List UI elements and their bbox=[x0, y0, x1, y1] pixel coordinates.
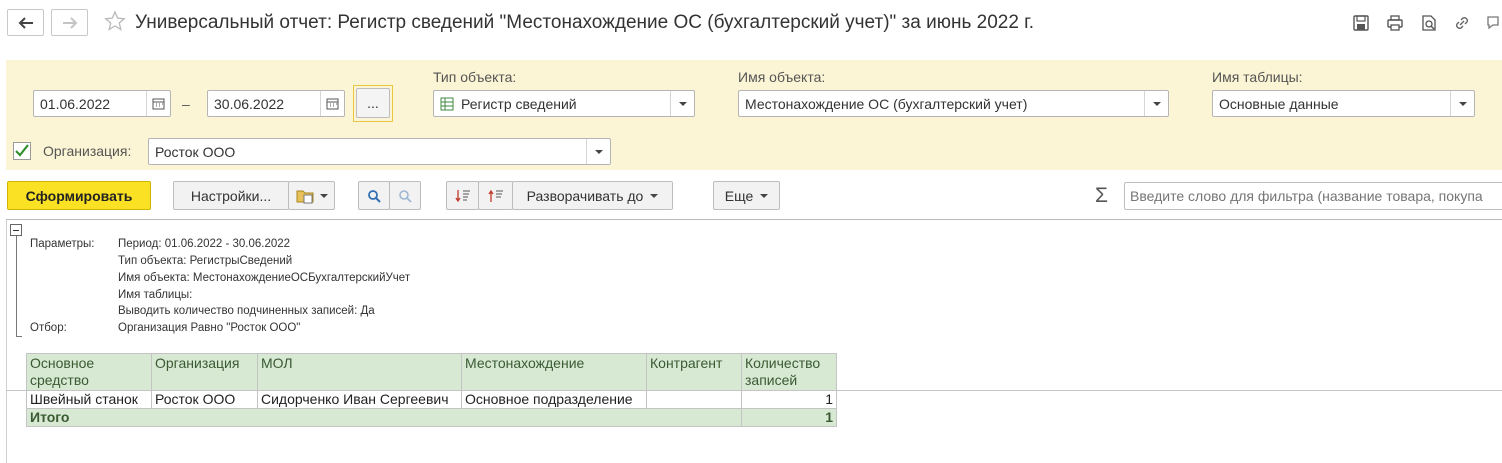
variants-button[interactable] bbox=[288, 181, 335, 210]
cancel-search-button[interactable] bbox=[389, 181, 421, 210]
param-object-type: Тип объекта: РегистрыСведений bbox=[118, 255, 293, 267]
column-header[interactable]: МОЛ bbox=[257, 353, 462, 391]
more-button[interactable]: Еще bbox=[713, 181, 780, 210]
search-icon bbox=[368, 189, 381, 203]
column-header[interactable]: Организация bbox=[151, 353, 258, 391]
filter-search-input[interactable] bbox=[1124, 182, 1502, 210]
save-icon[interactable] bbox=[1352, 14, 1370, 32]
column-header[interactable]: Количество записей bbox=[741, 353, 837, 391]
table-cell[interactable]: 1 bbox=[741, 390, 837, 409]
param-table-name: Имя таблицы: bbox=[118, 289, 193, 301]
chevron-down-icon[interactable] bbox=[670, 91, 694, 116]
chevron-down-icon[interactable] bbox=[1450, 91, 1474, 116]
sort-asc-button[interactable] bbox=[446, 181, 479, 210]
date-dash: – bbox=[182, 96, 190, 112]
calendar-icon[interactable] bbox=[320, 91, 344, 116]
chevron-down-icon[interactable] bbox=[1144, 91, 1168, 116]
print-icon[interactable] bbox=[1386, 14, 1404, 32]
arrow-left-icon bbox=[18, 16, 33, 29]
total-label[interactable]: Итого bbox=[26, 408, 742, 427]
filter-value: Организация Равно "Росток ООО" bbox=[118, 322, 301, 334]
object-name-select[interactable]: Местонахождение ОС (бухгалтерский учет) bbox=[738, 90, 1169, 117]
sort-up-icon bbox=[487, 189, 503, 202]
table-cell[interactable]: Основное подразделение bbox=[461, 390, 647, 409]
table-cell[interactable]: Сидорченко Иван Сергеевич bbox=[257, 390, 462, 409]
search-cancel-icon bbox=[399, 189, 412, 203]
table-cell[interactable]: Росток ООО bbox=[151, 390, 258, 409]
collapse-group-button[interactable] bbox=[10, 224, 22, 236]
more-icon[interactable] bbox=[1484, 14, 1502, 32]
table-row: Швейный станок Росток ООО Сидорченко Ива… bbox=[26, 390, 837, 409]
page-title: Универсальный отчет: Регистр сведений "М… bbox=[135, 12, 1035, 33]
chevron-down-icon[interactable] bbox=[586, 139, 610, 164]
table-cell[interactable]: Швейный станок bbox=[26, 390, 152, 409]
back-button[interactable] bbox=[7, 9, 44, 36]
calendar-icon[interactable] bbox=[146, 91, 170, 116]
param-subordinate: Выводить количество подчиненных записей:… bbox=[118, 305, 375, 317]
report-table: Основное средство Организация МОЛ Местон… bbox=[26, 353, 837, 427]
column-header[interactable]: Местонахождение bbox=[461, 353, 647, 391]
expand-to-button[interactable]: Разворачивать до bbox=[512, 181, 673, 210]
organization-select[interactable]: Росток ООО bbox=[148, 138, 611, 165]
forward-button[interactable] bbox=[51, 9, 88, 36]
generate-button[interactable]: Сформировать bbox=[7, 181, 151, 210]
register-icon bbox=[440, 97, 454, 111]
table-header-row: Основное средство Организация МОЛ Местон… bbox=[26, 353, 837, 391]
sum-icon[interactable]: Σ bbox=[1095, 184, 1108, 208]
date-from-field[interactable]: 01.06.2022 bbox=[33, 90, 171, 117]
sort-desc-button[interactable] bbox=[478, 181, 513, 210]
find-button[interactable] bbox=[358, 181, 390, 210]
period-select-button[interactable]: ... bbox=[356, 88, 390, 118]
sort-down-icon bbox=[454, 189, 470, 202]
filter-label: Отбор: bbox=[30, 322, 67, 334]
preview-icon[interactable] bbox=[1420, 14, 1438, 32]
table-cell[interactable] bbox=[646, 390, 742, 409]
param-object-name: Имя объекта: МестонахождениеОСБухгалтерс… bbox=[118, 272, 411, 284]
column-header[interactable]: Контрагент bbox=[646, 353, 742, 391]
organization-label: Организация: bbox=[43, 143, 132, 159]
settings-button[interactable]: Настройки... bbox=[173, 181, 289, 210]
table-name-label: Имя таблицы: bbox=[1212, 69, 1303, 85]
table-name-select[interactable]: Основные данные bbox=[1212, 90, 1475, 117]
column-header[interactable]: Основное средство bbox=[26, 353, 152, 391]
object-type-label: Тип объекта: bbox=[433, 69, 517, 85]
arrow-right-icon bbox=[62, 16, 77, 29]
date-to-field[interactable]: 30.06.2022 bbox=[207, 90, 345, 117]
group-line-end bbox=[16, 336, 22, 337]
link-icon[interactable] bbox=[1453, 14, 1471, 32]
params-label: Параметры: bbox=[30, 238, 95, 250]
object-name-label: Имя объекта: bbox=[738, 69, 826, 85]
total-value[interactable]: 1 bbox=[741, 408, 837, 427]
param-period: Период: 01.06.2022 - 30.06.2022 bbox=[118, 238, 291, 250]
object-type-select[interactable]: Регистр сведений bbox=[433, 90, 695, 117]
total-row: Итого 1 bbox=[26, 408, 837, 427]
folder-icon bbox=[296, 190, 313, 203]
organization-checkbox[interactable] bbox=[13, 142, 31, 160]
star-icon[interactable] bbox=[104, 10, 126, 32]
group-line bbox=[16, 236, 17, 337]
